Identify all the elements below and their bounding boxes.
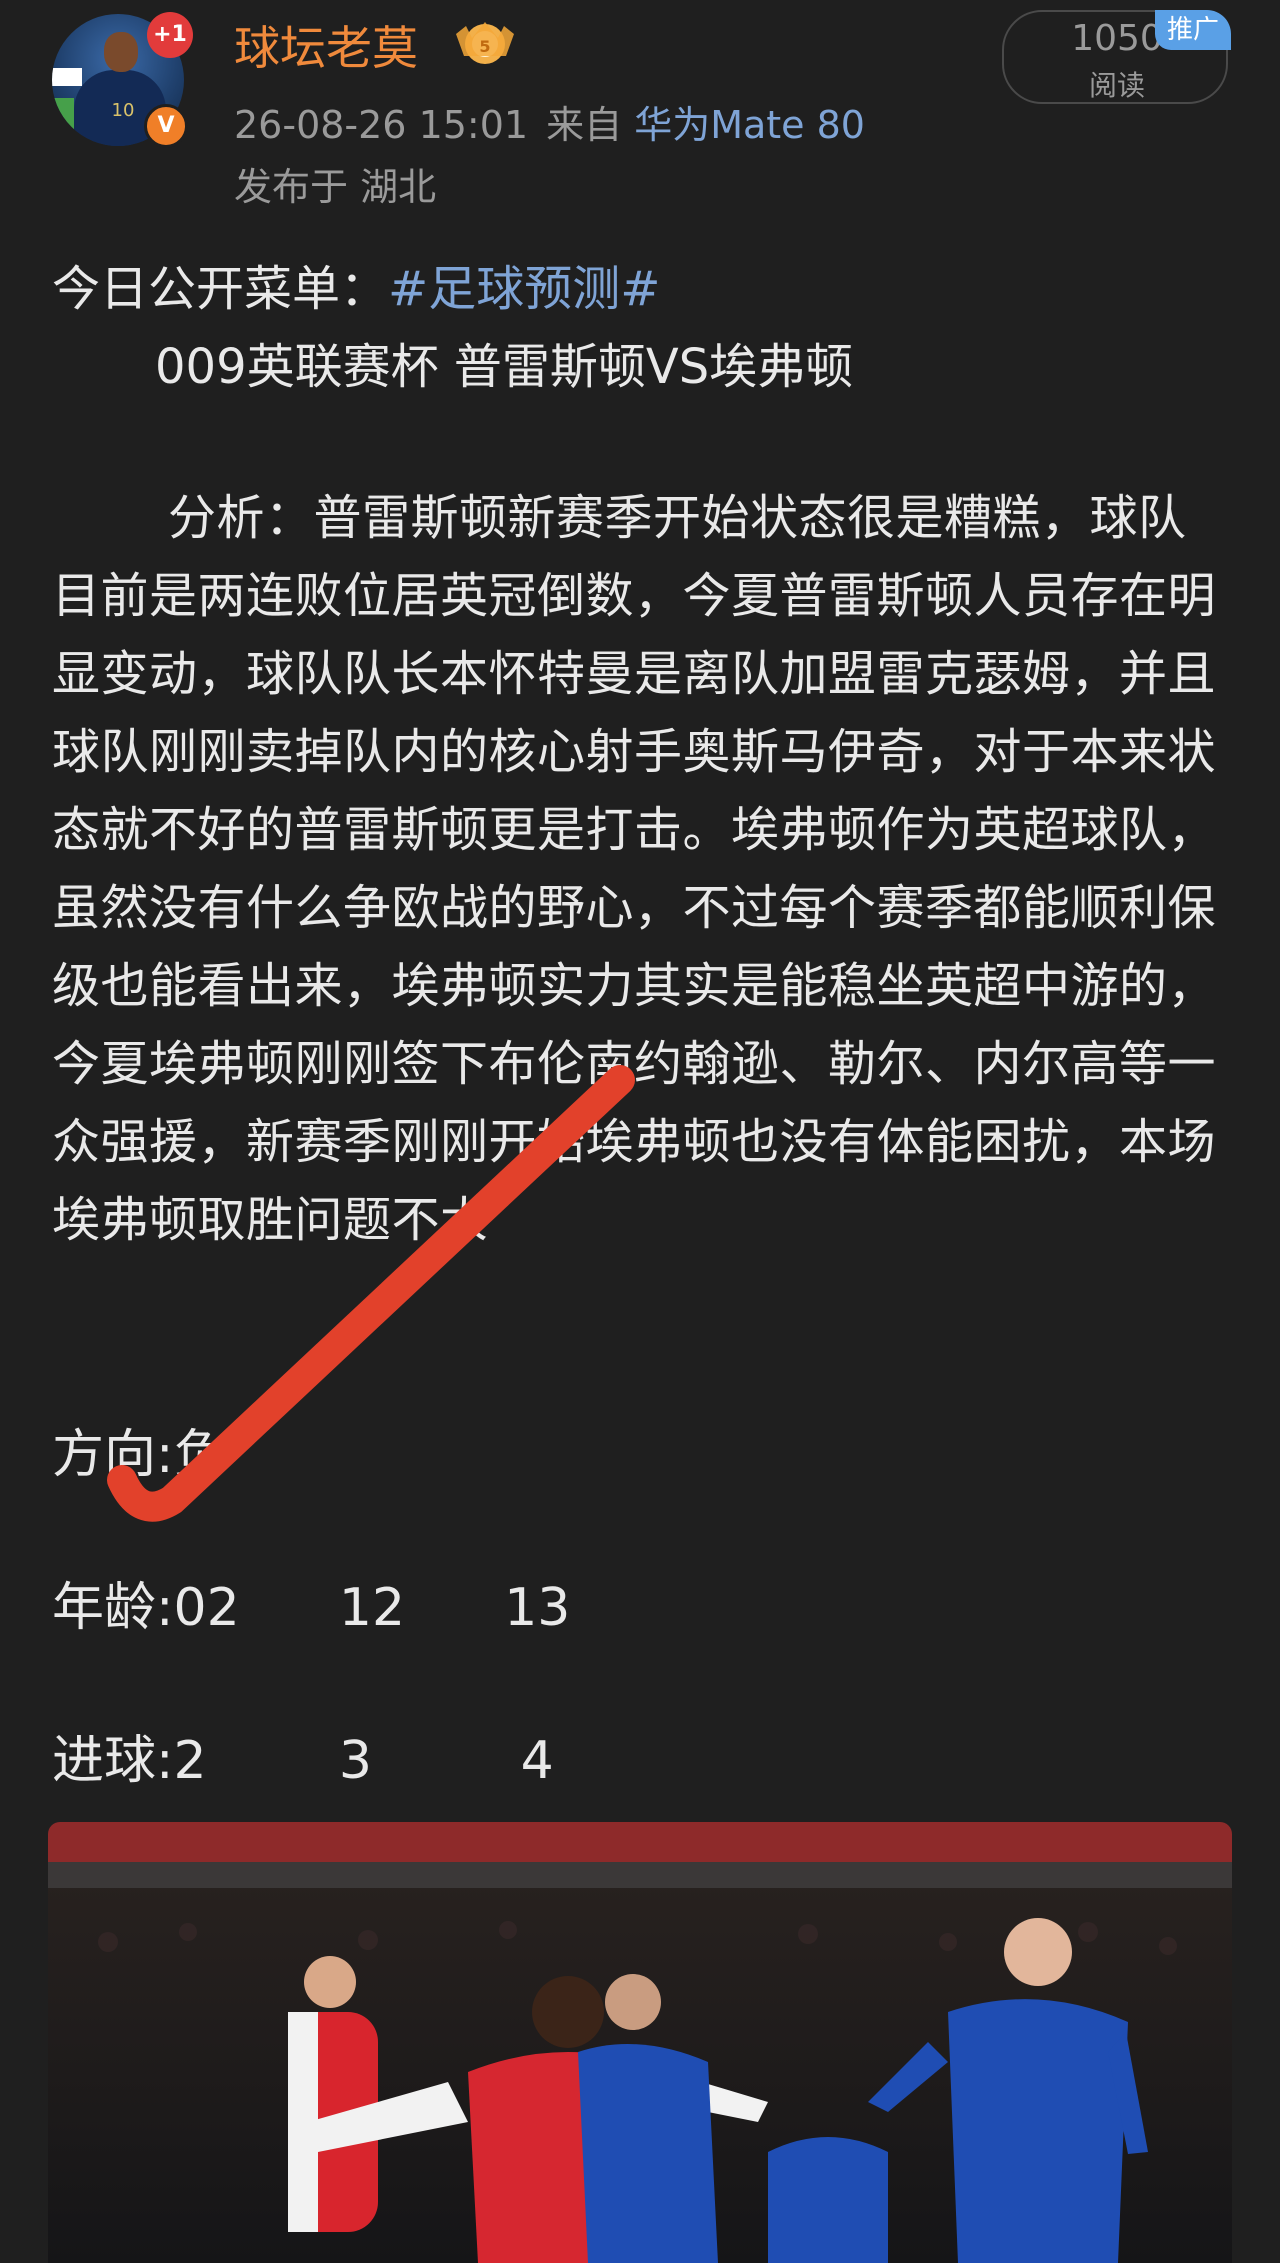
intro-prefix: 今日公开菜单： <box>52 261 389 317</box>
prediction-direction: 方向:负 <box>52 1425 226 1485</box>
author-name[interactable]: 球坛老莫 <box>234 12 418 78</box>
follow-count-badge: +1 <box>147 12 193 58</box>
analysis-text: 分析：普雷斯顿新赛季开始状态很是糟糕，球队目前是两连败位居英冠倒数，今夏普雷斯顿… <box>52 490 1217 1248</box>
hashtag-link[interactable]: #足球预测# <box>388 261 660 317</box>
read-label: 阅读 <box>1088 69 1145 102</box>
analysis-paragraph: 分析：普雷斯顿新赛季开始状态很是糟糕，球队目前是两连败位居英冠倒数，今夏普雷斯顿… <box>52 479 1232 1259</box>
match-photo[interactable] <box>48 1822 1232 2263</box>
avatar-player-head <box>104 32 138 72</box>
ad-tag[interactable]: 推广 <box>1155 10 1231 50</box>
device-link[interactable]: 华为Mate 80 <box>634 103 865 147</box>
svg-text:5: 5 <box>479 37 490 56</box>
source-prefix: 来自 <box>546 103 623 147</box>
post-meta: 26-08-26 15:01 来自 华为Mate 80 <box>234 94 865 149</box>
crown-level-badge-icon: 5 <box>456 22 514 64</box>
prediction-goals: 进球:2 3 4 <box>52 1731 554 1791</box>
avatar-background-board <box>52 68 82 86</box>
intro-line: 今日公开菜单：#足球预测# <box>52 250 1232 328</box>
prediction-age: 年龄:02 12 13 <box>52 1578 571 1638</box>
avatar-shirt-number: 10 <box>111 100 135 121</box>
match-line: 009英联赛杯 普雷斯顿VS埃弗顿 <box>155 339 854 395</box>
avatar-background-pitch <box>52 98 74 146</box>
verified-icon: V <box>144 104 188 148</box>
post-location: 发布于 湖北 <box>234 165 437 209</box>
football-match-image <box>48 1822 1232 2263</box>
post-timestamp: 26-08-26 15:01 <box>234 103 529 147</box>
